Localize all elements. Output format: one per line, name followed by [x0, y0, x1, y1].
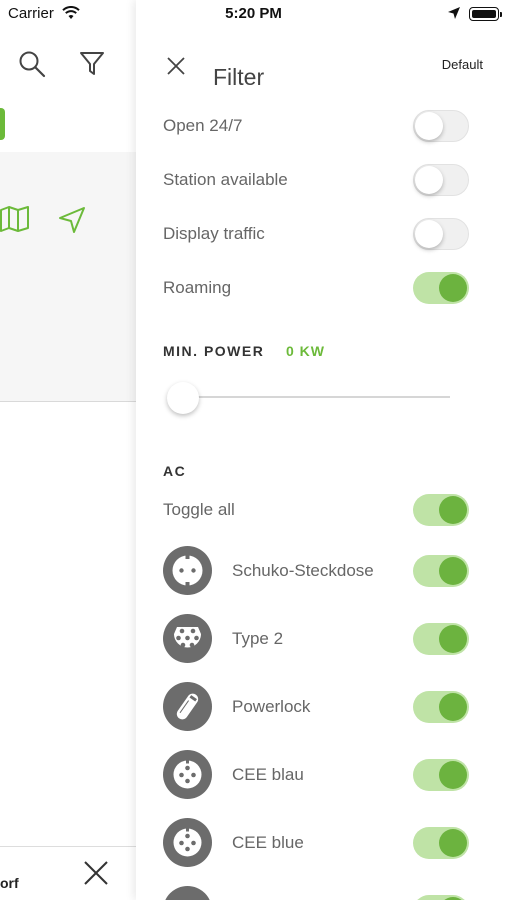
schuko-toggle[interactable] — [413, 555, 469, 587]
cee-blue-toggle[interactable] — [413, 827, 469, 859]
toggle-all-toggle[interactable] — [413, 494, 469, 526]
plug-toggle[interactable] — [413, 895, 469, 900]
type2-plug-icon — [163, 614, 212, 663]
type2-label: Type 2 — [232, 629, 284, 648]
navigation-arrow-icon[interactable] — [58, 206, 86, 234]
schuko-plug-icon — [163, 546, 212, 595]
status-bar: Carrier 5:20 PM — [0, 0, 507, 28]
default-button[interactable]: Default — [442, 57, 483, 72]
filter-funnel-icon[interactable] — [79, 50, 105, 78]
open-24-7-toggle[interactable] — [413, 110, 469, 142]
map-area[interactable] — [0, 152, 136, 402]
close-icon[interactable] — [166, 56, 186, 76]
toggle-all-label: Toggle all — [163, 500, 235, 519]
cee-blau-toggle[interactable] — [413, 759, 469, 791]
cee-blau-label: CEE blau — [232, 765, 304, 784]
filter-panel: Filter Default Open 24/7 Station availab… — [136, 0, 507, 900]
battery-icon — [469, 7, 502, 21]
min-power-heading: MIN. POWER — [163, 343, 265, 359]
station-available-label: Station available — [163, 170, 288, 189]
active-tab-indicator — [0, 108, 5, 140]
min-power-slider-thumb[interactable] — [167, 382, 199, 414]
status-time: 5:20 PM — [225, 5, 282, 22]
cee-plug-icon — [163, 750, 212, 799]
station-available-toggle[interactable] — [413, 164, 469, 196]
type2-toggle[interactable] — [413, 623, 469, 655]
min-power-slider-track[interactable] — [186, 396, 450, 398]
powerlock-plug-icon — [163, 682, 212, 731]
open-24-7-label: Open 24/7 — [163, 116, 243, 135]
plug-icon — [163, 886, 212, 900]
location-arrow-icon — [448, 7, 460, 19]
min-power-value: 0 KW — [286, 343, 325, 359]
roaming-label: Roaming — [163, 278, 232, 297]
display-traffic-label: Display traffic — [163, 224, 265, 243]
roaming-toggle[interactable] — [413, 272, 469, 304]
cee-blue-label: CEE blue — [232, 833, 304, 852]
search-icon[interactable] — [18, 50, 46, 78]
bottom-card: orf — [0, 846, 136, 900]
bottom-card-text: orf — [0, 875, 19, 891]
cee-plug-icon — [163, 818, 212, 867]
display-traffic-toggle[interactable] — [413, 218, 469, 250]
close-icon[interactable] — [82, 859, 110, 887]
map-icon[interactable] — [0, 206, 30, 232]
panel-title: Filter — [213, 64, 265, 90]
schuko-label: Schuko-Steckdose — [232, 561, 374, 580]
powerlock-label: Powerlock — [232, 697, 311, 716]
background-app: orf — [0, 28, 136, 900]
ac-heading: AC — [163, 463, 187, 479]
powerlock-toggle[interactable] — [413, 691, 469, 723]
